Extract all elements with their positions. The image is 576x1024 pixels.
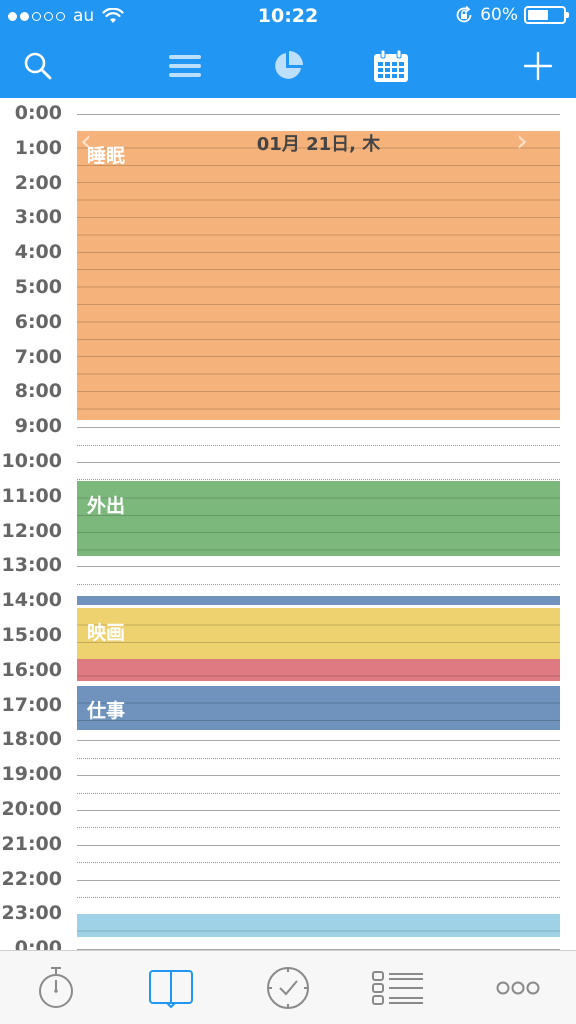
hour-line xyxy=(77,844,560,846)
half-hour-line xyxy=(77,444,560,446)
list-view-button[interactable] xyxy=(161,42,209,90)
plus-icon xyxy=(523,51,553,81)
menu-list-icon xyxy=(169,55,201,77)
event-grid-overlay xyxy=(77,914,560,937)
hour-line xyxy=(77,879,560,881)
status-bar: au 10:22 60% xyxy=(0,0,576,34)
pie-chart-icon xyxy=(275,51,303,79)
hour-line xyxy=(77,810,560,811)
hour-label: 0:00 xyxy=(14,102,62,124)
hour-label: 0:00 xyxy=(14,937,62,950)
hour-line xyxy=(77,427,560,429)
half-hour-line xyxy=(77,827,560,829)
hour-label: 4:00 xyxy=(14,241,62,264)
day-timeline[interactable]: 0:00 1:00 2:00 3:00 4:00 5:00 6:00 7:00 8:00 9:00… xyxy=(0,98,576,950)
checklist-icon xyxy=(372,971,423,1005)
hour-label: 8:00 xyxy=(14,380,62,403)
hour-label: 22:00 xyxy=(1,867,62,890)
search-icon xyxy=(24,52,52,80)
half-hour-line xyxy=(77,757,560,759)
prev-day-arrow-icon[interactable]: ‹ xyxy=(80,124,92,159)
status-right: 60% xyxy=(454,5,569,25)
event-block[interactable]: 外出 xyxy=(77,481,560,556)
calendar-button[interactable] xyxy=(367,42,415,90)
event-grid-overlay xyxy=(77,658,560,682)
hour-label: 15:00 xyxy=(1,624,62,646)
half-hour-line xyxy=(77,897,560,898)
event-label: 外出 xyxy=(87,495,126,518)
event-grid-overlay xyxy=(77,131,560,421)
tab-list[interactable] xyxy=(370,961,426,1015)
hour-label: 20:00 xyxy=(1,798,62,820)
event-grid-overlay xyxy=(77,686,560,730)
hour-label: 5:00 xyxy=(14,276,62,298)
tab-timer[interactable] xyxy=(28,961,84,1015)
event-block[interactable] xyxy=(77,595,560,605)
event-block[interactable]: 映画 xyxy=(77,608,560,659)
event-grid-overlay xyxy=(77,481,560,556)
hour-label: 16:00 xyxy=(1,658,62,681)
hour-line xyxy=(77,775,560,777)
hour-label: 9:00 xyxy=(14,415,62,438)
stopwatch-icon xyxy=(39,967,73,1008)
book-icon xyxy=(149,970,193,1008)
hour-line xyxy=(77,740,560,742)
stats-button[interactable] xyxy=(264,42,312,90)
hour-label: 17:00 xyxy=(1,693,62,716)
event-block[interactable] xyxy=(77,658,560,682)
battery-percent: 60% xyxy=(480,5,518,25)
event-block[interactable] xyxy=(77,914,560,937)
event-block[interactable]: 仕事 xyxy=(77,686,560,730)
half-hour-line xyxy=(77,862,560,864)
tab-diary[interactable] xyxy=(143,961,199,1015)
event-block[interactable]: 睡眠 xyxy=(77,131,560,421)
hour-label: 7:00 xyxy=(14,345,62,368)
clock-check-icon xyxy=(267,967,309,1009)
search-button[interactable] xyxy=(14,42,62,90)
hour-label: 6:00 xyxy=(14,310,62,333)
add-button[interactable] xyxy=(514,42,562,90)
hour-label: 2:00 xyxy=(14,171,62,194)
hour-label: 3:00 xyxy=(14,206,62,229)
event-label: 映画 xyxy=(87,622,126,645)
tab-more[interactable] xyxy=(490,961,546,1015)
event-grid-overlay xyxy=(77,595,560,605)
calendar-icon xyxy=(374,49,408,82)
battery-icon xyxy=(524,6,569,24)
rotation-lock-icon xyxy=(456,5,472,23)
date-header: 01月 21日, 木 xyxy=(256,134,381,155)
hour-label: 23:00 xyxy=(1,902,62,925)
tab-check[interactable] xyxy=(260,961,316,1015)
more-icon xyxy=(496,981,540,995)
hour-label: 11:00 xyxy=(1,484,62,507)
hour-label: 14:00 xyxy=(1,589,62,612)
hour-label: 12:00 xyxy=(1,519,62,542)
hour-label: 1:00 xyxy=(14,136,62,159)
hour-label: 19:00 xyxy=(1,763,62,786)
hour-label: 18:00 xyxy=(1,728,62,751)
half-hour-line xyxy=(77,792,560,794)
hour-label: 13:00 xyxy=(1,554,62,577)
event-grid-overlay xyxy=(77,608,560,659)
bottom-tab-bar xyxy=(0,950,576,1024)
hour-line xyxy=(77,566,560,568)
next-day-arrow-icon[interactable]: › xyxy=(516,124,528,159)
hour-label: 10:00 xyxy=(1,450,62,472)
hour-line xyxy=(77,114,560,115)
half-hour-line xyxy=(77,583,560,585)
hour-line xyxy=(77,462,560,463)
event-label: 仕事 xyxy=(87,700,126,723)
hour-label: 21:00 xyxy=(1,832,62,855)
top-toolbar xyxy=(0,34,576,98)
